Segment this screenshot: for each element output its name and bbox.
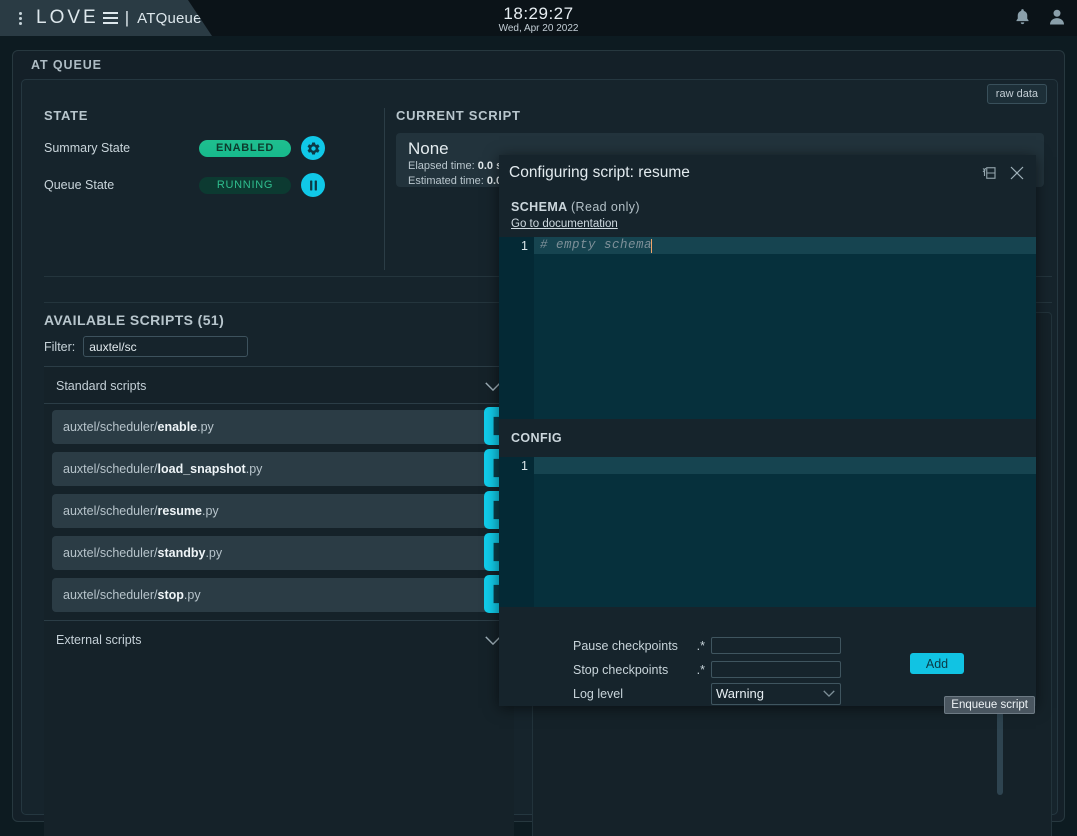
pause-checkpoints-row: Pause checkpoints .* xyxy=(573,635,841,656)
logo-text: LOVE xyxy=(36,7,99,29)
available-scripts-section: AVAILABLE SCRIPTS (51) Filter: xyxy=(44,312,514,357)
log-level-value: Warning xyxy=(716,686,764,701)
script-path: auxtel/scheduler/stop.py xyxy=(52,588,201,602)
log-level-row: Log level Warning xyxy=(573,683,841,704)
top-bar-left-section: LOVE | ATQueue xyxy=(0,0,212,36)
stop-checkpoints-row: Stop checkpoints .* xyxy=(573,659,841,680)
current-script-heading: CURRENT SCRIPT xyxy=(396,108,1046,123)
top-bar: LOVE | ATQueue 18:29:27 Wed, Apr 20 2022 xyxy=(0,0,1077,36)
elapsed-label: Elapsed time: xyxy=(408,160,475,172)
add-button[interactable]: Add xyxy=(910,653,964,674)
standard-scripts-group-header[interactable]: Standard scripts xyxy=(44,367,514,404)
external-scripts-label: External scripts xyxy=(56,633,141,647)
notification-bell-icon[interactable] xyxy=(1013,7,1033,29)
summary-state-label: Summary State xyxy=(44,141,199,155)
line-number: 1 xyxy=(521,459,528,473)
pause-checkpoints-input[interactable] xyxy=(711,637,841,654)
stop-checkpoints-regex: .* xyxy=(683,663,705,677)
page-title: AT QUEUE xyxy=(31,58,102,72)
script-path: auxtel/scheduler/enable.py xyxy=(52,420,214,434)
logo-bars-icon xyxy=(103,12,118,24)
gear-icon[interactable] xyxy=(301,136,325,160)
schema-readonly-note: (Read only) xyxy=(571,200,640,214)
top-bar-right-section xyxy=(1013,0,1067,36)
pause-checkpoints-regex: .* xyxy=(683,639,705,653)
enqueue-script-tooltip: Enqueue script xyxy=(944,696,1035,714)
list-item[interactable]: auxtel/scheduler/stop.py </> xyxy=(52,578,508,612)
list-item[interactable]: auxtel/scheduler/resume.py </> xyxy=(52,494,508,528)
kebab-menu-icon[interactable] xyxy=(8,12,32,25)
chevron-down-icon xyxy=(822,686,836,701)
available-scripts-title: AVAILABLE SCRIPTS (51) xyxy=(44,312,514,328)
config-heading: CONFIG xyxy=(499,419,1036,445)
state-section: STATE Summary State ENABLED Queue State … xyxy=(44,108,384,218)
queue-state-badge: RUNNING xyxy=(199,177,291,194)
list-item[interactable]: auxtel/scheduler/load_snapshot.py </> xyxy=(52,452,508,486)
modal-header: Configuring script: resume xyxy=(499,155,1036,195)
schema-editor-gutter: 1 xyxy=(499,237,534,419)
log-level-select[interactable]: Warning xyxy=(711,683,841,705)
stop-checkpoints-label: Stop checkpoints xyxy=(573,663,683,677)
close-x-icon[interactable] xyxy=(1008,164,1026,187)
schema-section-header: SCHEMA (Read only) xyxy=(499,195,1036,214)
stop-checkpoints-input[interactable] xyxy=(711,661,841,678)
config-section-header: CONFIG xyxy=(499,419,1036,457)
config-editor[interactable]: 1 xyxy=(499,457,1036,607)
script-config-modal: Configuring script: resume SCHEMA (Read … xyxy=(499,155,1036,706)
scripts-group-panel: Standard scripts auxtel/scheduler/enable… xyxy=(44,366,514,836)
schema-heading: SCHEMA (Read only) xyxy=(511,200,1036,214)
config-active-line xyxy=(534,457,1036,474)
raw-data-button[interactable]: raw data xyxy=(987,84,1047,104)
external-scripts-group-header[interactable]: External scripts xyxy=(44,620,514,659)
user-profile-icon[interactable] xyxy=(1047,7,1067,29)
log-level-label: Log level xyxy=(573,687,683,701)
line-number: 1 xyxy=(521,239,528,253)
schema-code-line: # empty schema xyxy=(540,238,652,252)
standard-scripts-list: auxtel/scheduler/enable.py </> auxtel/sc… xyxy=(44,404,514,612)
vertical-divider xyxy=(384,108,385,270)
logo-separator: | xyxy=(125,8,132,28)
state-row-queue: Queue State RUNNING xyxy=(44,173,384,197)
form-fields: Pause checkpoints .* Stop checkpoints .*… xyxy=(573,635,841,707)
app-title: ATQueue xyxy=(137,10,202,27)
love-logo: LOVE | ATQueue xyxy=(36,7,202,29)
modal-title: Configuring script: resume xyxy=(509,164,690,182)
documentation-link[interactable]: Go to documentation xyxy=(511,218,618,230)
standard-scripts-label: Standard scripts xyxy=(56,379,146,393)
state-row-summary: Summary State ENABLED xyxy=(44,136,384,160)
list-item[interactable]: auxtel/scheduler/enable.py </> xyxy=(52,410,508,444)
config-editor-gutter: 1 xyxy=(499,457,534,607)
estimated-label: Estimated time: xyxy=(408,175,484,187)
modal-body: SCHEMA (Read only) Go to documentation 1… xyxy=(499,195,1036,607)
list-item[interactable]: auxtel/scheduler/standby.py </> xyxy=(52,536,508,570)
schema-editor[interactable]: 1 # empty schema xyxy=(499,237,1036,419)
filter-input[interactable] xyxy=(83,336,248,357)
state-heading: STATE xyxy=(44,108,384,123)
queue-state-label: Queue State xyxy=(44,178,199,192)
script-path: auxtel/scheduler/load_snapshot.py xyxy=(52,462,262,476)
pause-checkpoints-label: Pause checkpoints xyxy=(573,639,683,653)
pause-icon[interactable] xyxy=(301,173,325,197)
schema-caret xyxy=(651,239,652,253)
modal-form-area: Pause checkpoints .* Stop checkpoints .*… xyxy=(499,628,1036,706)
script-path: auxtel/scheduler/resume.py xyxy=(52,504,219,518)
duplicate-icon[interactable] xyxy=(980,164,998,187)
modal-actions xyxy=(980,164,1026,187)
filter-label: Filter: xyxy=(44,340,75,354)
summary-state-badge: ENABLED xyxy=(199,140,291,157)
script-path: auxtel/scheduler/standby.py xyxy=(52,546,222,560)
filter-row: Filter: xyxy=(44,336,514,357)
